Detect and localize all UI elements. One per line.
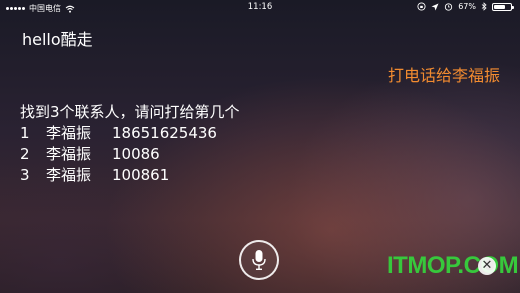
status-bar: 中国电信 11:16 67%: [0, 0, 520, 14]
contact-row[interactable]: 2 李福振 10086: [20, 144, 217, 165]
battery-fill: [494, 4, 505, 9]
battery-icon: [492, 2, 514, 11]
bluetooth-icon: [481, 2, 487, 11]
contact-index: 1: [20, 124, 30, 142]
mic-button[interactable]: [239, 240, 279, 280]
close-button[interactable]: ✕: [478, 257, 496, 275]
battery-tip: [512, 5, 514, 9]
contact-index: 3: [20, 166, 30, 184]
contact-name: 李福振: [46, 124, 92, 142]
alarm-icon: [445, 3, 453, 11]
contact-name: 李福振: [46, 166, 92, 184]
result-title: 找到3个联系人，请问打给第几个: [20, 103, 240, 121]
status-right: 67%: [417, 1, 514, 11]
microphone-icon: [252, 250, 266, 270]
watermark-logo: ITMOP.COM: [387, 252, 519, 279]
contact-number: 10086: [112, 145, 160, 163]
location-icon: [431, 3, 439, 10]
contact-number: 18651625436: [112, 124, 217, 142]
contact-row[interactable]: 3 李福振 100861: [20, 165, 217, 186]
battery-percent: 67%: [458, 1, 476, 11]
contact-list: 1 李福振 18651625436 2 李福振 10086 3 李福振 1008…: [20, 123, 217, 186]
contact-index: 2: [20, 145, 30, 163]
contact-number: 100861: [112, 166, 170, 184]
close-icon: ✕: [481, 258, 493, 273]
contact-row[interactable]: 1 李福振 18651625436: [20, 123, 217, 144]
siri-reply: 打电话给李福振: [387, 66, 500, 85]
user-query: hello酷走: [22, 30, 93, 49]
contact-name: 李福振: [46, 145, 92, 163]
orientation-lock-icon: [417, 2, 426, 11]
